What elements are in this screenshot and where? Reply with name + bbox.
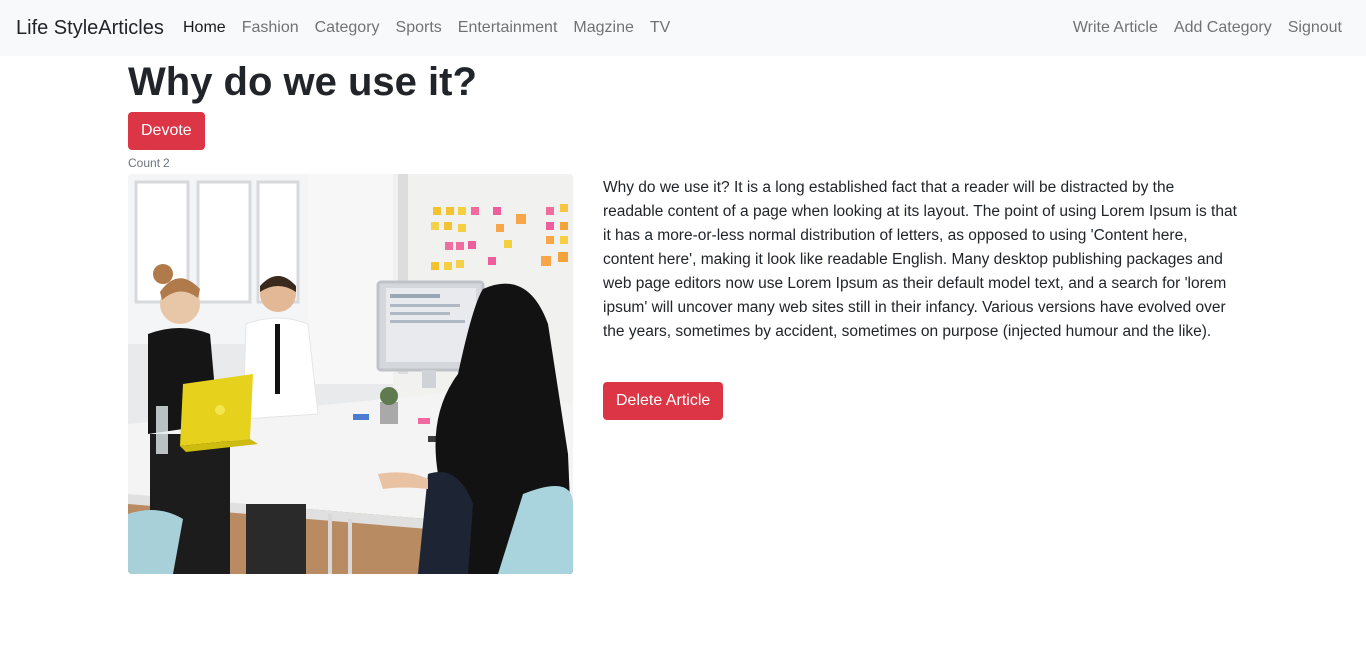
delete-article-button[interactable]: Delete Article: [603, 382, 724, 420]
nav-link-category[interactable]: Category: [307, 16, 388, 40]
nav-link-tv[interactable]: TV: [642, 16, 678, 40]
nav-link-add-category[interactable]: Add Category: [1166, 16, 1280, 40]
nav-right-group: Write Article Add Category Signout: [1065, 0, 1350, 56]
article-body: Why do we use it? It is a long establish…: [603, 179, 1237, 340]
article-image: [128, 174, 573, 574]
vote-count-value: 2: [163, 156, 170, 170]
devote-button[interactable]: Devote: [128, 112, 205, 150]
top-navbar: Life StyleArticles Home Fashion Category…: [0, 0, 1366, 56]
nav-link-fashion[interactable]: Fashion: [234, 16, 307, 40]
office-meeting-photo-icon: [128, 174, 573, 574]
nav-link-signout[interactable]: Signout: [1280, 16, 1350, 40]
article-title: Why do we use it?: [128, 60, 477, 104]
nav-left-group: Home Fashion Category Sports Entertainme…: [175, 0, 678, 56]
vote-count: Count 2: [128, 156, 173, 171]
nav-link-magzine[interactable]: Magzine: [565, 16, 641, 40]
brand-link[interactable]: Life StyleArticles: [16, 16, 164, 40]
nav-link-sports[interactable]: Sports: [388, 16, 450, 40]
nav-link-write-article[interactable]: Write Article: [1065, 16, 1166, 40]
vote-count-label: Count: [128, 156, 161, 170]
nav-link-home[interactable]: Home: [175, 16, 234, 40]
nav-link-entertainment[interactable]: Entertainment: [450, 16, 566, 40]
